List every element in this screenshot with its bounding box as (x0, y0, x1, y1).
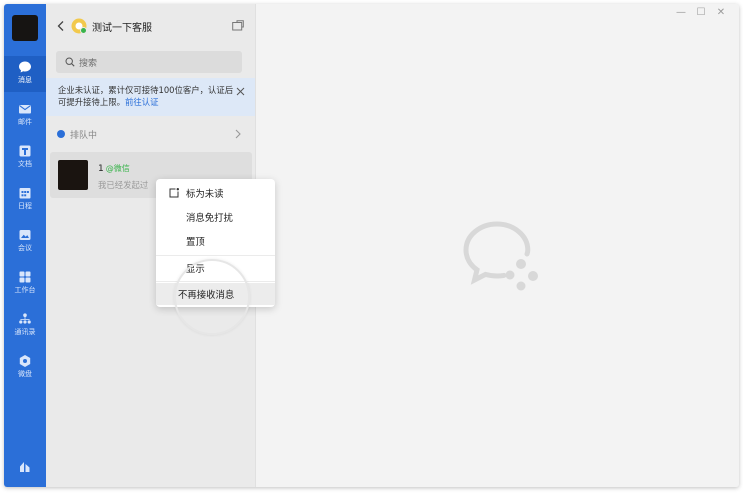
panel-header: 测试一下客服 (46, 4, 255, 48)
search-input[interactable]: 搜索 (79, 56, 97, 69)
rail-item-contacts[interactable]: 通讯录 (4, 308, 46, 344)
rail-item-workbench[interactable]: 工作台 (4, 266, 46, 302)
menu-item-pin[interactable]: 置顶 (156, 230, 275, 252)
minimize-button[interactable]: — (671, 4, 691, 20)
rail-item-label: 通讯录 (14, 328, 36, 336)
menu-divider (156, 281, 275, 282)
certify-link[interactable]: 前往认证 (125, 97, 159, 107)
menu-item-label: 不再接收消息 (178, 290, 235, 301)
rail-item-label: 消息 (18, 76, 32, 84)
message-preview: 我已经发起过 (98, 180, 149, 190)
more-apps-icon[interactable] (18, 459, 32, 473)
chevron-right-icon (235, 129, 241, 139)
menu-item-label: 显示 (186, 264, 205, 275)
new-window-icon[interactable] (232, 20, 244, 31)
chat-area: — ☐ ✕ (256, 4, 739, 487)
meeting-icon (19, 230, 31, 240)
nav-rail: 消息 邮件 文档 日程 会议 工作台 通讯录 微盘 (4, 4, 46, 487)
rail-item-meeting[interactable]: 会议 (4, 224, 46, 260)
menu-item-label: 标为未读 (186, 189, 224, 200)
menu-divider (156, 255, 275, 256)
rail-item-drive[interactable]: 微盘 (4, 350, 46, 386)
menu-item-show[interactable]: 显示 (156, 257, 275, 279)
mark-unread-icon (169, 188, 179, 198)
queue-status-icon (57, 130, 65, 138)
user-avatar[interactable] (12, 15, 38, 41)
rail-item-mail[interactable]: 邮件 (4, 98, 46, 134)
close-button[interactable]: ✕ (711, 4, 731, 20)
document-icon (19, 145, 31, 157)
mail-icon (19, 105, 31, 114)
rail-item-calendar[interactable]: 日程 (4, 182, 46, 218)
rail-item-label: 工作台 (14, 286, 36, 294)
notice-text: 企业未认证，累计仅可接待100位客户，认证后可提升接待上限。前往认证 (58, 84, 236, 108)
certification-notice: 企业未认证，累计仅可接待100位客户，认证后可提升接待上限。前往认证 (46, 78, 255, 116)
chat-bubble-icon (19, 61, 31, 73)
queue-section[interactable]: 排队中 (46, 121, 255, 147)
rail-item-label: 文档 (18, 160, 32, 168)
search-icon (65, 57, 75, 67)
menu-item-mute[interactable]: 消息免打扰 (156, 206, 275, 228)
chat-watermark-icon (463, 221, 538, 291)
close-icon[interactable] (236, 87, 245, 96)
context-menu: 标为未读 消息免打扰 置顶 显示 不再接收消息 (156, 179, 275, 307)
calendar-icon (19, 188, 31, 199)
queue-label: 排队中 (70, 130, 98, 141)
rail-item-label: 微盘 (18, 370, 32, 378)
maximize-button[interactable]: ☐ (691, 4, 711, 20)
menu-item-label: 消息免打扰 (186, 213, 233, 224)
app-window: 消息 邮件 文档 日程 会议 工作台 通讯录 微盘 测试一下客服 搜索 企业未认… (4, 4, 739, 487)
contact-name-text: 1 (98, 164, 104, 174)
back-chevron-icon[interactable] (56, 20, 66, 32)
workbench-icon (19, 271, 31, 283)
rail-item-docs[interactable]: 文档 (4, 140, 46, 176)
window-controls: — ☐ ✕ (671, 4, 731, 20)
service-logo-icon (71, 18, 87, 34)
rail-item-label: 邮件 (18, 118, 32, 126)
menu-item-mark-unread[interactable]: 标为未读 (156, 182, 275, 204)
contacts-icon (19, 313, 31, 324)
contact-avatar (58, 160, 88, 190)
source-badge: @微信 (105, 164, 130, 173)
page-title: 测试一下客服 (92, 23, 152, 34)
search-box[interactable]: 搜索 (56, 51, 242, 73)
drive-icon (19, 355, 31, 367)
rail-item-label: 日程 (18, 202, 32, 210)
menu-item-label: 置顶 (186, 237, 205, 248)
rail-item-label: 会议 (18, 244, 32, 252)
contact-name: 1 @微信 (98, 163, 130, 174)
menu-item-stop-receiving[interactable]: 不再接收消息 (156, 283, 275, 305)
rail-item-messages[interactable]: 消息 (4, 56, 46, 92)
